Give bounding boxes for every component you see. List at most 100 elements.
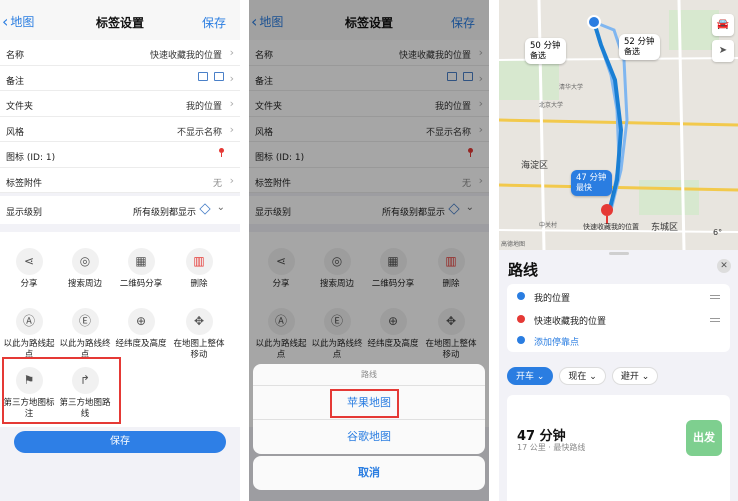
- bubble-sub: 备选: [530, 51, 546, 60]
- sheet-header: 路线: [253, 364, 485, 386]
- park-area: [499, 60, 559, 100]
- display-level-row[interactable]: 显示级别 所有级别都显示 ⌄: [0, 196, 240, 224]
- close-icon[interactable]: ✕: [717, 259, 731, 273]
- stop-origin[interactable]: 我的位置: [507, 285, 730, 307]
- row-style[interactable]: 风格 不显示名称 ›: [0, 117, 240, 142]
- label-settings-screen: ‹ 地图 标签设置 保存 名称 快速收藏我的位置 › 备注 › 文件夹 我的位置…: [0, 0, 240, 501]
- location-arrow-icon[interactable]: ➤: [712, 40, 734, 62]
- row-label: 文件夹: [6, 102, 34, 112]
- row-label: 图标 (ID: 1): [6, 153, 56, 163]
- map-view[interactable]: 50 分钟 备选 52 分钟 备选 47 分钟 最快 海淀区 东城区 快速收藏我…: [499, 0, 738, 250]
- save-link[interactable]: 保存: [202, 14, 226, 31]
- qr-code-icon: ▦: [127, 248, 155, 275]
- chevron-right-icon: ›: [229, 97, 234, 110]
- bubble-time: 52 分钟: [624, 37, 655, 47]
- note-icons: [198, 71, 224, 81]
- start-pin-icon: Ⓐ: [15, 308, 43, 335]
- row-icon[interactable]: 图标 (ID: 1): [0, 142, 240, 168]
- route-end-action[interactable]: Ⓔ 以此为路线终点: [56, 308, 114, 361]
- route-sheet-screen: ‹ 地图 标签设置 保存 名称 快速收藏我的位置 › 备注 › 文件夹 我的位置…: [249, 0, 489, 501]
- drag-handle-icon[interactable]: [710, 295, 720, 296]
- row-value: 快速收藏我的位置: [149, 51, 222, 61]
- drive-mode-chip[interactable]: 开车 ⌄: [507, 367, 554, 385]
- row-label: 名称: [6, 51, 25, 61]
- nav-bar: ‹ 地图 标签设置 保存: [0, 0, 240, 40]
- row-folder[interactable]: 文件夹 我的位置 ›: [0, 91, 240, 117]
- route-result[interactable]: 47 分钟 17 公里 · 最快路线 出发: [507, 395, 730, 501]
- move-action[interactable]: ✥ 在地图上整体移动: [170, 308, 228, 361]
- google-maps-option[interactable]: 谷歌地图: [253, 420, 485, 454]
- globe-icon: ⊕: [127, 308, 155, 335]
- district-label: 海淀区: [521, 161, 549, 171]
- chevron-right-icon: ›: [229, 71, 234, 85]
- bubble-time: 50 分钟: [530, 41, 561, 51]
- route-bubble-alt-2[interactable]: 52 分钟 备选: [619, 34, 660, 60]
- pin-icon: [219, 148, 224, 157]
- level-label: 显示级别: [6, 208, 43, 218]
- weather-temp: 6°: [713, 228, 723, 237]
- search-nearby-action[interactable]: ◎ 搜索周边: [56, 248, 114, 290]
- coordinates-action[interactable]: ⊕ 经纬度及高度: [112, 308, 170, 350]
- go-button[interactable]: 出发: [686, 420, 722, 456]
- screenshot-root: ‹ 地图 标签设置 保存 名称 快速收藏我的位置 › 备注 › 文件夹 我的位置…: [0, 0, 738, 501]
- district-label: 东城区: [651, 223, 679, 233]
- row-value: 我的位置: [185, 102, 222, 112]
- trash-icon: ▥: [185, 248, 213, 275]
- stop-label: 添加停靠点: [534, 338, 580, 348]
- route-panel-title: 路线: [508, 261, 539, 279]
- action-label: 二维码分享: [119, 279, 163, 289]
- add-stop[interactable]: 添加停靠点: [507, 329, 730, 351]
- share-action[interactable]: ⋖ 分享: [0, 248, 58, 290]
- row-value: 不显示名称: [176, 127, 222, 138]
- action-label: 搜索周边: [67, 279, 102, 289]
- route-bubble-fastest[interactable]: 47 分钟 最快: [571, 170, 612, 196]
- poi-label: 清华大学: [559, 84, 584, 91]
- delete-action[interactable]: ▥ 删除: [170, 248, 228, 290]
- row-label: 备注: [6, 76, 25, 87]
- chevron-down-icon: ⌄: [216, 202, 225, 213]
- save-button[interactable]: 保存: [14, 431, 226, 453]
- target-icon: ◎: [71, 248, 99, 275]
- action-label: 在地图上整体移动: [173, 339, 225, 360]
- park-area: [639, 180, 699, 215]
- row-label: 风格: [6, 127, 25, 138]
- location-arrow-icon: [517, 292, 525, 300]
- bubble-sub: 最快: [576, 183, 592, 192]
- drag-handle-icon[interactable]: [710, 318, 720, 319]
- action-label: 分享: [20, 279, 38, 289]
- chevron-right-icon: ›: [229, 173, 234, 187]
- stop-destination[interactable]: 快速收藏我的位置: [507, 308, 730, 330]
- settings-list: 名称 快速收藏我的位置 › 备注 › 文件夹 我的位置 › 风格 不显示名称 ›…: [0, 40, 240, 193]
- qr-share-action[interactable]: ▦ 二维码分享: [112, 248, 170, 290]
- plus-icon: [517, 336, 525, 344]
- sheet-grabber[interactable]: [609, 252, 629, 255]
- destination-pin: [601, 204, 613, 216]
- text-icon[interactable]: [214, 71, 224, 81]
- cancel-button[interactable]: 取消: [253, 456, 485, 490]
- time-chip[interactable]: 现在 ⌄: [559, 367, 606, 385]
- chevron-right-icon: ›: [229, 122, 234, 136]
- poi-label: 中关村: [539, 222, 558, 229]
- route-bubble-alt-1[interactable]: 50 分钟 备选: [525, 38, 566, 64]
- car-mode-icon[interactable]: 🚘: [712, 14, 734, 36]
- poi-label: 北京大学: [539, 102, 564, 109]
- route-stops: 我的位置 快速收藏我的位置 添加停靠点: [507, 284, 730, 352]
- stop-label: 快速收藏我的位置: [534, 317, 607, 327]
- row-name[interactable]: 名称 快速收藏我的位置 ›: [0, 40, 240, 66]
- row-attachment[interactable]: 标签附件 无 ›: [0, 168, 240, 193]
- row-value: 无: [212, 178, 222, 189]
- move-arrows-icon: ✥: [185, 308, 213, 335]
- action-label: 经纬度及高度: [115, 339, 167, 349]
- action-label: 删除: [190, 279, 208, 289]
- chevron-right-icon: ›: [229, 46, 234, 59]
- image-icon[interactable]: [198, 71, 208, 81]
- route-start-action[interactable]: Ⓐ 以此为路线起点: [0, 308, 58, 361]
- chip-label: 现在: [568, 372, 587, 382]
- row-label: 标签附件: [6, 178, 43, 189]
- route-options: 开车 ⌄ 现在 ⌄ 避开 ⌄: [507, 367, 659, 385]
- chip-label: 开车: [516, 372, 535, 382]
- stop-label: 我的位置: [534, 294, 571, 304]
- chip-label: 避开: [620, 372, 639, 382]
- avoid-chip[interactable]: 避开 ⌄: [611, 367, 659, 385]
- row-note[interactable]: 备注 ›: [0, 66, 240, 91]
